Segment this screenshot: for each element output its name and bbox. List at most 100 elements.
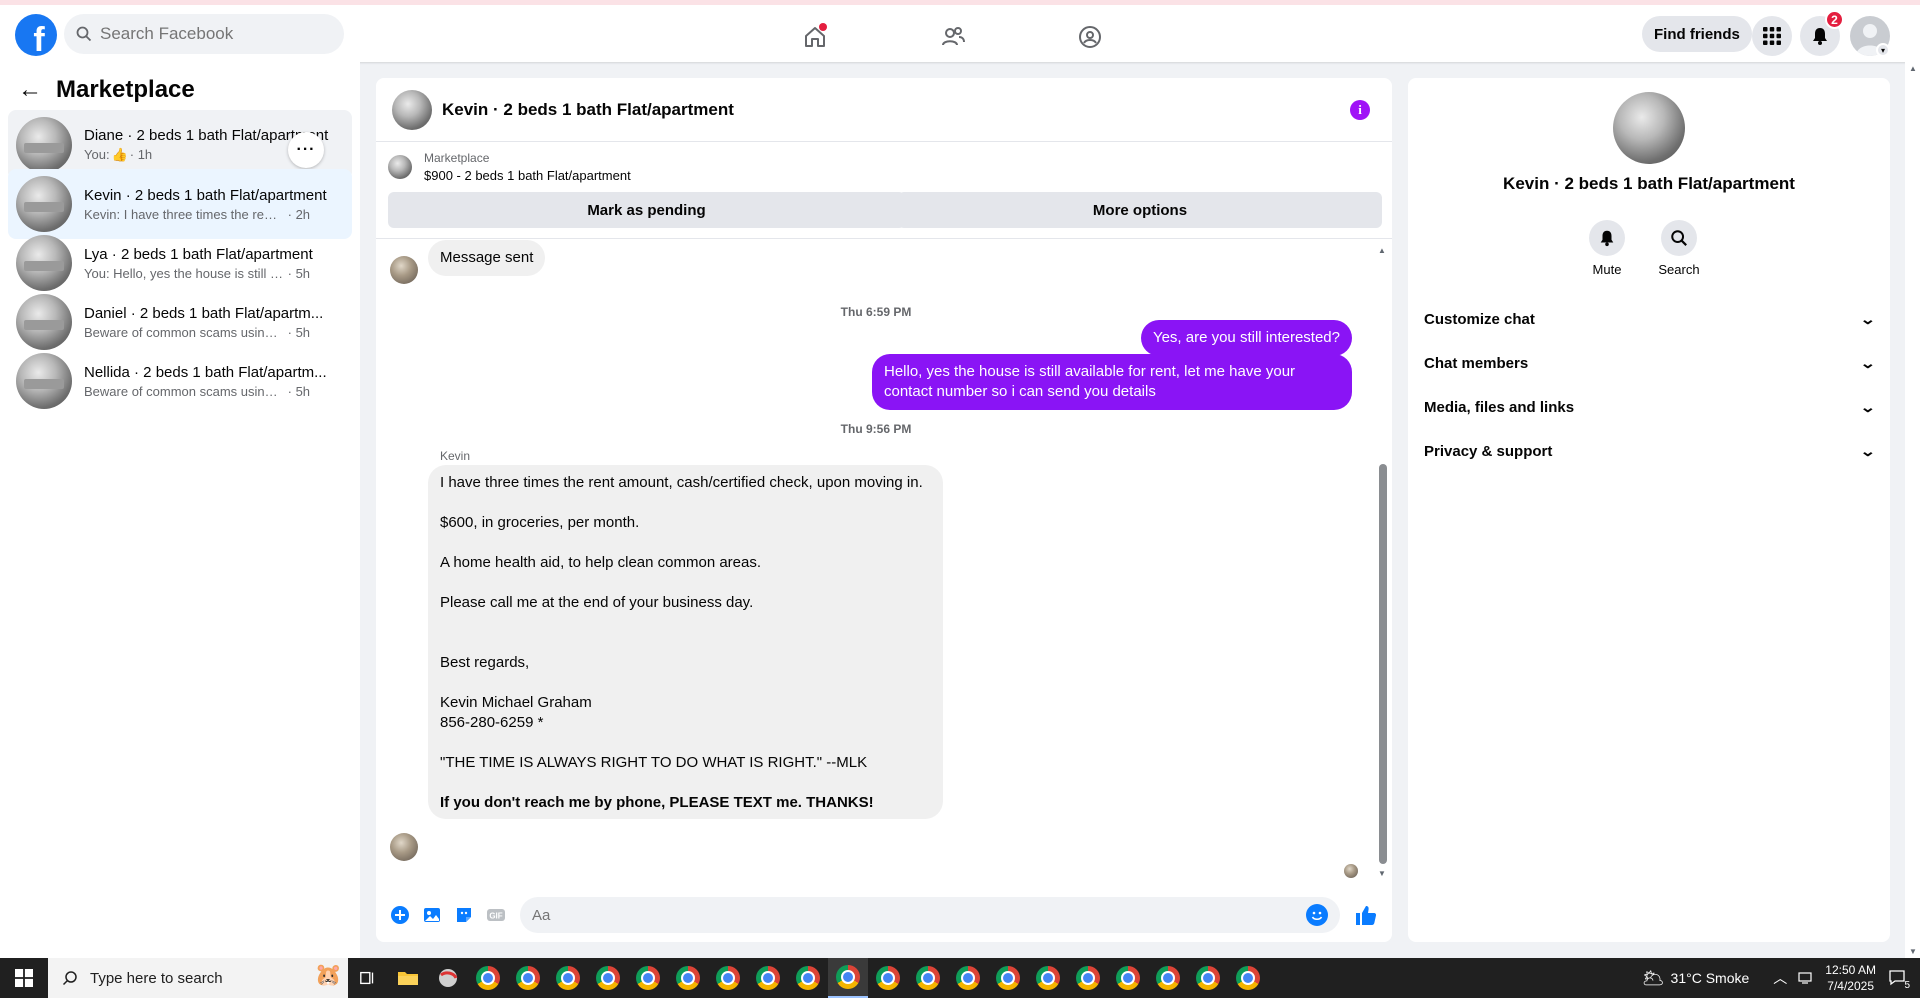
task-view-button[interactable] [348, 958, 388, 998]
more-options-button[interactable]: More options [898, 192, 1382, 228]
facebook-search-box[interactable] [64, 14, 344, 54]
notification-center-icon[interactable]: 5 [1888, 968, 1910, 991]
chrome-window-button[interactable] [1068, 958, 1108, 998]
chrome-window-button[interactable] [588, 958, 628, 998]
home-nav-button[interactable] [785, 17, 845, 57]
menu-button[interactable] [1752, 16, 1792, 56]
chrome-window-button[interactable] [948, 958, 988, 998]
mark-as-pending-button[interactable]: Mark as pending [388, 192, 905, 228]
conversation-title: Daniel · 2 beds 1 bath Flat/apartm... [84, 304, 324, 322]
row-label: Customize chat [1424, 310, 1535, 328]
chrome-icon [916, 966, 940, 990]
message-bubble-incoming: Message sent [428, 240, 546, 276]
network-icon[interactable] [1797, 970, 1813, 986]
marketplace-sidebar: ← Marketplace Diane · 2 beds 1 bath Flat… [0, 62, 360, 958]
chrome-icon [676, 966, 700, 990]
details-title: Kevin · 2 beds 1 bath Flat/apartment [1503, 174, 1795, 193]
conversation-preview: Beware of common scams using pay... [84, 324, 284, 340]
page-scrollbar[interactable]: ▲ ▼ [1905, 62, 1920, 958]
friends-nav-button[interactable] [923, 17, 983, 57]
scroll-down-arrow-icon[interactable]: ▼ [1378, 869, 1386, 878]
taskbar-search-placeholder: Type here to search [90, 969, 223, 987]
chrome-window-button[interactable] [788, 958, 828, 998]
chrome-window-button[interactable] [628, 958, 668, 998]
chevron-up-icon[interactable]: ︿ [1773, 968, 1787, 988]
conversation-item[interactable]: Nellida · 2 beds 1 bath Flat/apartm... B… [8, 346, 352, 416]
chrome-window-button[interactable] [748, 958, 788, 998]
gif-icon: GIF [487, 909, 505, 921]
message-input[interactable] [532, 906, 1306, 924]
add-attachment-button[interactable] [384, 899, 416, 931]
chevron-down-icon: ⌄ [1859, 442, 1877, 459]
media-files-links-row[interactable]: Media, files and links ⌄ [1424, 387, 1876, 427]
info-icon[interactable]: i [1350, 100, 1370, 120]
message-list: Message sent Thu 6:59 PM Yes, are you st… [376, 240, 1376, 870]
photo-button[interactable] [416, 899, 448, 931]
chrome-window-button[interactable] [908, 958, 948, 998]
chat-members-row[interactable]: Chat members ⌄ [1424, 343, 1876, 383]
chrome-icon [996, 966, 1020, 990]
facebook-search-input[interactable] [100, 24, 320, 44]
emoji-icon[interactable] [1306, 904, 1328, 926]
chrome-icon [876, 966, 900, 990]
back-arrow-icon[interactable]: ← [18, 78, 42, 102]
top-navbar: f Find friends 2 ▾ [0, 0, 1920, 62]
chrome-window-button[interactable] [1148, 958, 1188, 998]
chat-title[interactable]: Kevin · 2 beds 1 bath Flat/apartment [442, 100, 734, 120]
chat-avatar[interactable] [392, 89, 432, 130]
scroll-up-arrow-icon[interactable]: ▲ [1378, 246, 1386, 255]
system-clock[interactable]: 12:50 AM 7/4/2025 [1825, 962, 1876, 994]
conversation-preview: Beware of common scams using pay... [84, 383, 284, 399]
taskbar-search[interactable]: Type here to search 🐹 [48, 958, 348, 998]
conversation-more-options-button[interactable]: ··· [288, 132, 324, 168]
chrome-window-button[interactable] [1188, 958, 1228, 998]
chrome-window-button[interactable] [1108, 958, 1148, 998]
weather-icon[interactable]: 🌥 [1642, 968, 1665, 989]
send-like-button[interactable] [1350, 899, 1382, 931]
chrome-icon [756, 966, 780, 990]
start-button[interactable] [0, 958, 48, 998]
chrome-window-button[interactable] [508, 958, 548, 998]
message-bubble-outgoing: Yes, are you still interested? [1140, 320, 1352, 356]
chrome-window-button[interactable] [668, 958, 708, 998]
file-explorer-button[interactable] [388, 958, 428, 998]
listing-thumbnail [16, 176, 72, 232]
chrome-icon [956, 966, 980, 990]
row-label: Privacy & support [1424, 442, 1553, 460]
contact-avatar[interactable] [1613, 92, 1685, 164]
chrome-window-button[interactable] [868, 958, 908, 998]
marketplace-listing-row[interactable]: Marketplace $900 - 2 beds 1 bath Flat/ap… [388, 150, 631, 184]
chrome-window-button[interactable] [468, 958, 508, 998]
chrome-window-button-active[interactable] [828, 958, 868, 998]
message-scrollbar[interactable]: ▲ ▼ [1378, 246, 1388, 878]
clock-time: 12:50 AM [1825, 963, 1876, 977]
task-view-icon [360, 971, 374, 985]
weather-text[interactable]: 31°C Smoke [1671, 970, 1750, 986]
groups-nav-button[interactable] [1060, 17, 1120, 57]
chrome-window-button[interactable] [548, 958, 588, 998]
scroll-down-arrow-icon[interactable]: ▼ [1909, 947, 1917, 956]
notifications-button[interactable]: 2 [1800, 10, 1844, 56]
search-in-chat-button[interactable]: Search [1649, 220, 1709, 277]
gif-button[interactable]: GIF [480, 899, 512, 931]
chrome-window-button[interactable] [1028, 958, 1068, 998]
scroll-up-arrow-icon[interactable]: ▲ [1909, 64, 1917, 73]
message-line: A home health aid, to help clean common … [440, 554, 762, 571]
customize-chat-row[interactable]: Customize chat ⌄ [1424, 299, 1876, 339]
chrome-window-button[interactable] [708, 958, 748, 998]
chrome-icon [596, 966, 620, 990]
sticker-button[interactable] [448, 899, 480, 931]
chevron-down-icon[interactable]: ▾ [1876, 43, 1890, 57]
message-line: Best regards, [440, 654, 530, 671]
find-friends-button[interactable]: Find friends [1642, 16, 1752, 52]
app-button[interactable] [428, 958, 468, 998]
conversation-time: · 5h [287, 265, 311, 281]
chrome-window-button[interactable] [1228, 958, 1268, 998]
mute-button[interactable]: Mute [1577, 220, 1637, 277]
svg-text:GIF: GIF [489, 912, 502, 921]
privacy-support-row[interactable]: Privacy & support ⌄ [1424, 431, 1877, 471]
chrome-window-button[interactable] [988, 958, 1028, 998]
facebook-logo-icon[interactable]: f [15, 14, 57, 56]
message-input-container[interactable] [520, 897, 1340, 933]
scrollbar-thumb[interactable] [1379, 464, 1387, 864]
